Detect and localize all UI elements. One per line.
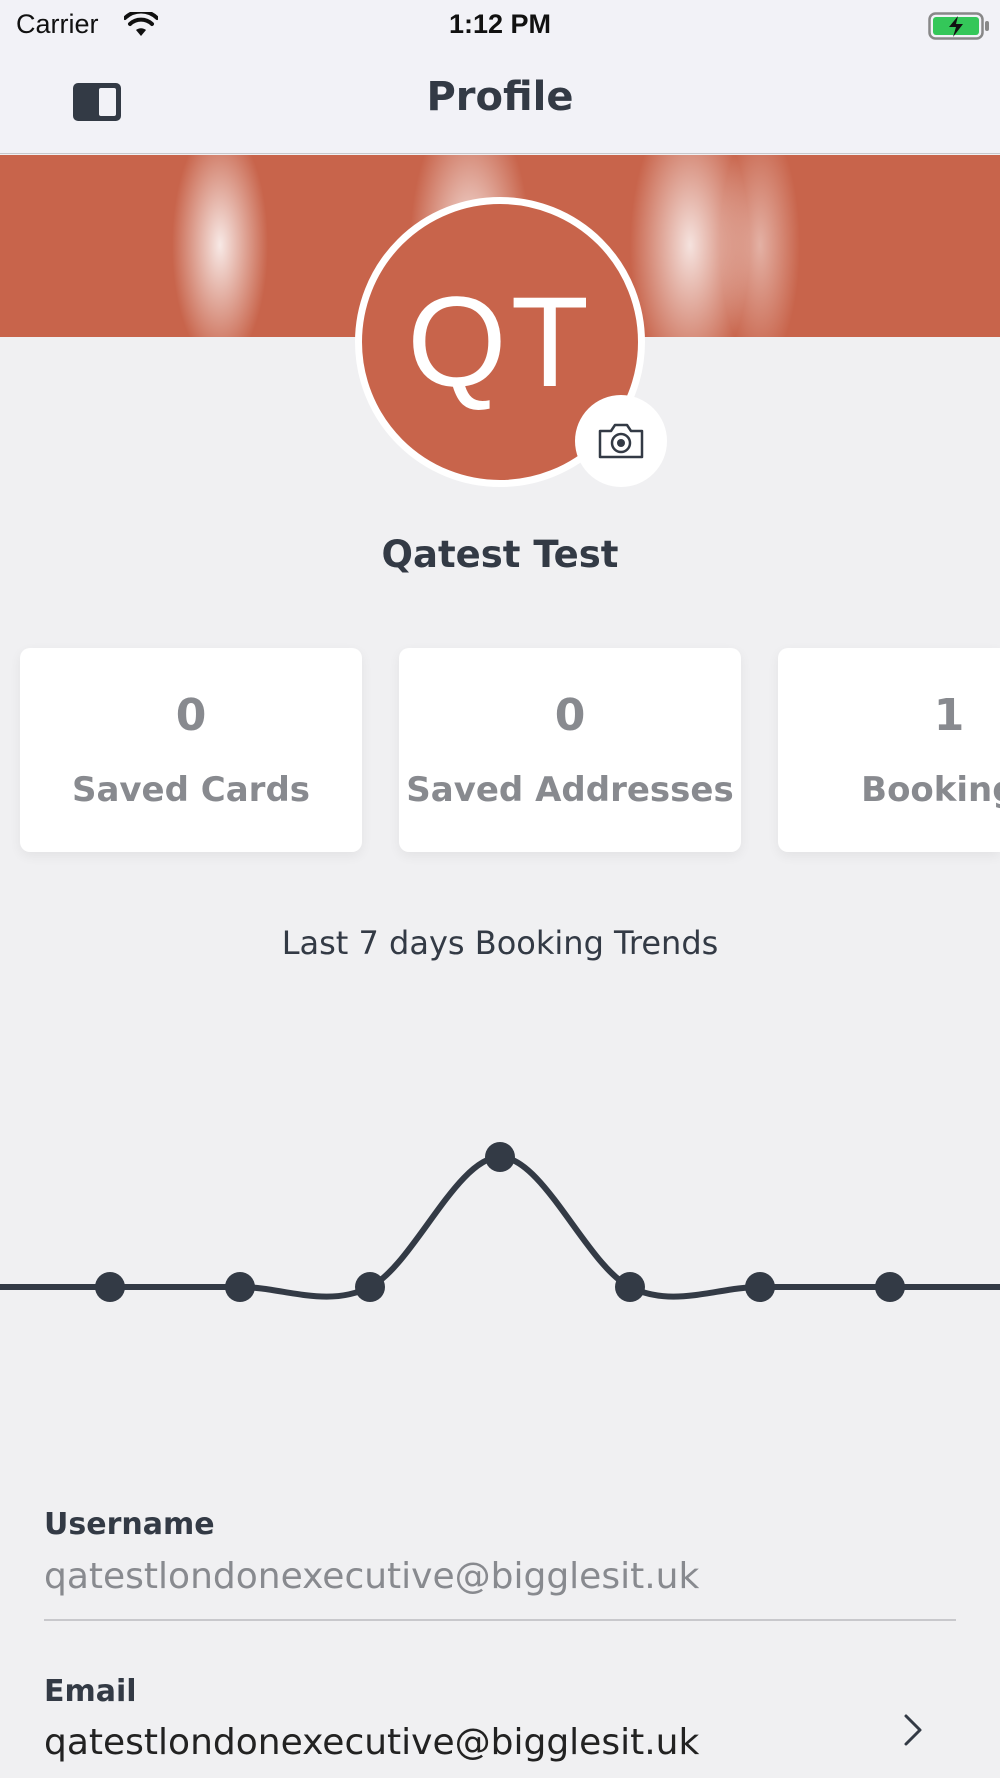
stat-label: Bookings xyxy=(861,770,1000,810)
trend-point xyxy=(745,1272,775,1302)
stat-value: 0 xyxy=(554,690,586,741)
stat-label: Saved Cards xyxy=(71,770,311,810)
divider xyxy=(44,1619,956,1621)
trend-title: Last 7 days Booking Trends xyxy=(281,924,719,962)
trend-point xyxy=(485,1142,515,1172)
navigation-bar: Profile xyxy=(0,50,1000,154)
trend-point xyxy=(875,1272,905,1302)
booking-trend-chart xyxy=(0,1142,1000,1302)
trend-point xyxy=(355,1272,385,1302)
chevron-right-icon[interactable] xyxy=(900,1712,926,1752)
page-title: Profile xyxy=(426,74,574,120)
bookings-card[interactable]: 1 Bookings xyxy=(778,648,1000,852)
saved-addresses-card[interactable]: 0 Saved Addresses xyxy=(399,648,741,852)
trend-point xyxy=(95,1272,125,1302)
trend-point xyxy=(225,1272,255,1302)
stat-label: Saved Addresses xyxy=(406,770,734,810)
email-label: Email xyxy=(44,1674,137,1709)
email-value[interactable]: qatestlondonexecutive@bigglesit.uk xyxy=(44,1722,699,1763)
camera-icon xyxy=(598,423,644,459)
username-value: qatestlondonexecutive@bigglesit.uk xyxy=(44,1556,700,1597)
username-label: Username xyxy=(44,1507,215,1542)
clock-label: 1:12 PM xyxy=(448,9,552,39)
status-bar: Carrier 1:12 PM xyxy=(0,0,1000,50)
stat-value: 0 xyxy=(175,690,207,741)
change-photo-button[interactable] xyxy=(575,395,667,487)
trend-point xyxy=(615,1272,645,1302)
stat-value: 1 xyxy=(933,690,965,741)
saved-cards-card[interactable]: 0 Saved Cards xyxy=(20,648,362,852)
battery-icon xyxy=(928,11,990,46)
profile-name: Qatest Test xyxy=(381,533,619,576)
trend-line xyxy=(0,1153,1000,1300)
